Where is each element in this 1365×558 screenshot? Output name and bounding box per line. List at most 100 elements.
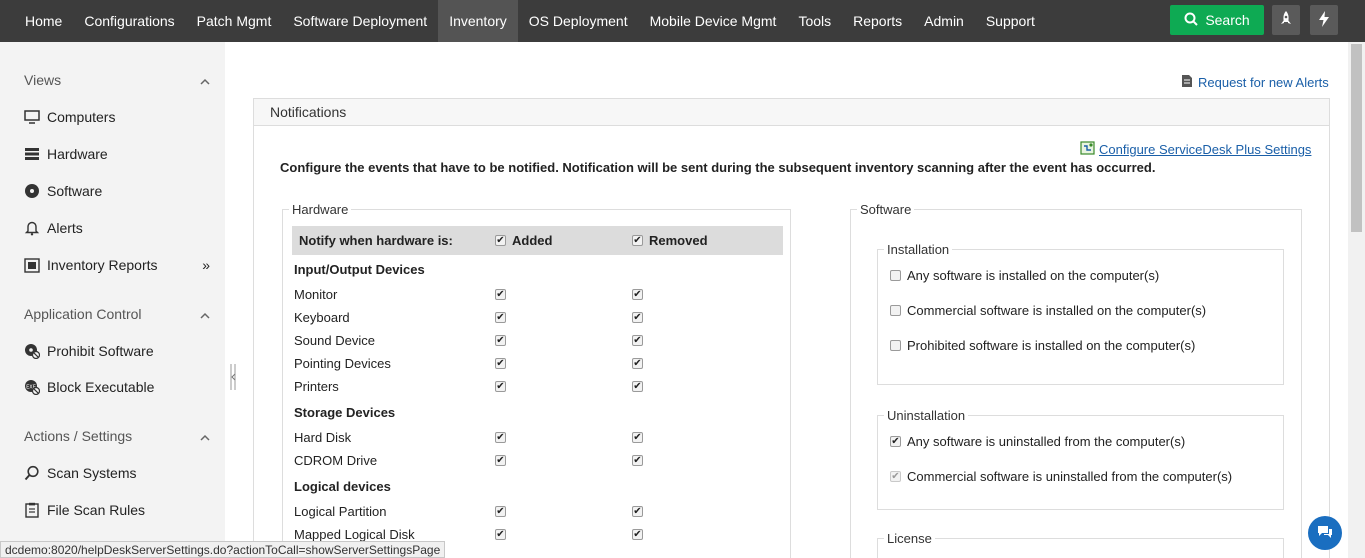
sidebar-collapse-handle[interactable] xyxy=(229,362,237,392)
sidebar-item-file-scan-rules[interactable]: File Scan Rules xyxy=(24,502,210,518)
actions-settings-label: Actions / Settings xyxy=(24,428,133,444)
uninstallation-fieldset: Uninstallation xyxy=(877,408,1284,510)
sidebar-item-scan-systems[interactable]: Scan Systems xyxy=(24,465,210,481)
removed-column-header: ✔ Removed xyxy=(632,233,708,248)
sidebar-item-block-executable[interactable]: EXE Block Executable xyxy=(24,379,210,395)
lightning-icon xyxy=(1319,10,1329,30)
sidebar-item-label: Inventory Reports xyxy=(47,257,158,273)
chevron-up-icon xyxy=(200,428,210,444)
search-icon xyxy=(1184,12,1199,29)
pointing-devices-removed-checkbox[interactable]: ✔ xyxy=(632,358,643,369)
hw-row-printers: Printers xyxy=(294,379,339,394)
configure-servicedesk-link[interactable]: Configure ServiceDesk Plus Settings xyxy=(1080,140,1311,159)
uninstall-commercial-row: ✔ Commercial software is uninstalled fro… xyxy=(890,469,1232,484)
install-commercial-checkbox[interactable] xyxy=(890,305,901,316)
cdrom-drive-removed-checkbox[interactable]: ✔ xyxy=(632,455,643,466)
hw-row-pointing-devices: Pointing Devices xyxy=(294,356,391,371)
pointing-devices-added-checkbox[interactable]: ✔ xyxy=(495,358,506,369)
hw-row-monitor: Monitor xyxy=(294,287,338,302)
nav-support[interactable]: Support xyxy=(975,0,1046,42)
sidebar-item-label: Scan Systems xyxy=(47,465,137,481)
removed-select-all-checkbox[interactable]: ✔ xyxy=(632,235,643,246)
uninstall-any-row: ✔ Any software is uninstalled from the c… xyxy=(890,434,1185,449)
printers-removed-checkbox[interactable]: ✔ xyxy=(632,381,643,392)
search-button-label: Search xyxy=(1205,12,1250,28)
uninstall-any-label: Any software is uninstalled from the com… xyxy=(907,434,1186,449)
request-new-alerts-link[interactable]: Request for new Alerts xyxy=(1181,74,1329,91)
sidebar-item-label: Computers xyxy=(47,109,116,125)
application-control-label: Application Control xyxy=(24,306,142,322)
logical-partition-removed-checkbox[interactable]: ✔ xyxy=(632,506,643,517)
browser-status-bar: dcdemo:8020/helpDeskServerSettings.do?ac… xyxy=(0,541,446,558)
sidebar-item-prohibit-software[interactable]: Prohibit Software xyxy=(24,343,210,359)
hardware-legend: Hardware xyxy=(292,202,349,217)
sound-device-removed-checkbox[interactable]: ✔ xyxy=(632,335,643,346)
block-exe-icon: EXE xyxy=(24,379,40,395)
printers-added-checkbox[interactable]: ✔ xyxy=(495,381,506,392)
nav-patch-mgmt[interactable]: Patch Mgmt xyxy=(186,0,283,42)
hw-row-sound-device: Sound Device xyxy=(294,333,375,348)
report-icon xyxy=(24,257,40,273)
notify-when-label: Notify when hardware is: xyxy=(299,233,453,248)
mapped-logical-disk-added-checkbox[interactable]: ✔ xyxy=(495,529,506,540)
hard-disk-added-checkbox[interactable]: ✔ xyxy=(495,432,506,443)
removed-label: Removed xyxy=(649,233,708,248)
rocket-button[interactable] xyxy=(1272,5,1300,35)
nav-software-deployment[interactable]: Software Deployment xyxy=(282,0,438,42)
nav-admin[interactable]: Admin xyxy=(913,0,975,42)
hw-row-logical-partition: Logical Partition xyxy=(294,504,387,519)
views-section-header[interactable]: Views xyxy=(24,72,210,88)
logical-partition-added-checkbox[interactable]: ✔ xyxy=(495,506,506,517)
hw-row-mapped-logical-disk: Mapped Logical Disk xyxy=(294,527,415,542)
nav-tools[interactable]: Tools xyxy=(787,0,842,42)
sidebar-item-inventory-reports[interactable]: Inventory Reports » xyxy=(24,257,210,273)
scrollbar-thumb[interactable] xyxy=(1351,44,1362,232)
quick-actions-button[interactable] xyxy=(1310,5,1338,35)
sound-device-added-checkbox[interactable]: ✔ xyxy=(495,335,506,346)
software-legend: Software xyxy=(860,202,912,217)
uninstall-commercial-label: Commercial software is uninstalled from … xyxy=(907,469,1233,484)
monitor-added-checkbox[interactable]: ✔ xyxy=(495,289,506,300)
license-legend: License xyxy=(887,531,932,546)
keyboard-removed-checkbox[interactable]: ✔ xyxy=(632,312,643,323)
nav-os-deployment[interactable]: OS Deployment xyxy=(518,0,639,42)
nav-reports[interactable]: Reports xyxy=(842,0,913,42)
sidebar-item-label: Alerts xyxy=(47,220,83,236)
sidebar-item-alerts[interactable]: Alerts xyxy=(24,220,210,236)
server-icon xyxy=(24,146,40,162)
install-commercial-label: Commercial software is installed on the … xyxy=(907,303,1207,318)
top-navigation: Home Configurations Patch Mgmt Software … xyxy=(0,0,1365,42)
search-button[interactable]: Search xyxy=(1170,5,1264,35)
nav-mobile-device-mgmt[interactable]: Mobile Device Mgmt xyxy=(639,0,788,42)
install-prohibited-checkbox[interactable] xyxy=(890,340,901,351)
hw-row-hard-disk: Hard Disk xyxy=(294,430,352,445)
uninstall-any-checkbox[interactable]: ✔ xyxy=(890,436,901,447)
sidebar-item-computers[interactable]: Computers xyxy=(24,109,210,125)
nav-configurations[interactable]: Configurations xyxy=(73,0,185,42)
sidebar-item-hardware[interactable]: Hardware xyxy=(24,146,210,162)
sidebar-item-label: Hardware xyxy=(47,146,108,162)
cdrom-drive-added-checkbox[interactable]: ✔ xyxy=(495,455,506,466)
actions-settings-section-header[interactable]: Actions / Settings xyxy=(24,428,210,444)
uninstall-commercial-checkbox[interactable]: ✔ xyxy=(890,471,901,482)
monitor-removed-checkbox[interactable]: ✔ xyxy=(632,289,643,300)
mapped-logical-disk-removed-checkbox[interactable]: ✔ xyxy=(632,529,643,540)
sidebar-item-software[interactable]: Software xyxy=(24,183,210,199)
install-any-checkbox[interactable] xyxy=(890,270,901,281)
install-any-row: Any software is installed on the compute… xyxy=(890,268,1159,283)
install-prohibited-label: Prohibited software is installed on the … xyxy=(907,338,1196,353)
keyboard-added-checkbox[interactable]: ✔ xyxy=(495,312,506,323)
prohibit-icon xyxy=(24,343,40,359)
nav-inventory[interactable]: Inventory xyxy=(438,0,518,42)
added-column-header: ✔ Added xyxy=(495,233,552,248)
added-select-all-checkbox[interactable]: ✔ xyxy=(495,235,506,246)
application-control-section-header[interactable]: Application Control xyxy=(24,306,210,322)
views-label: Views xyxy=(24,72,62,88)
hard-disk-removed-checkbox[interactable]: ✔ xyxy=(632,432,643,443)
nav-home[interactable]: Home xyxy=(0,0,73,42)
chat-button[interactable] xyxy=(1308,516,1342,550)
install-commercial-row: Commercial software is installed on the … xyxy=(890,303,1206,318)
chevron-up-icon xyxy=(200,306,210,322)
license-fieldset: License xyxy=(877,531,1284,558)
monitor-icon xyxy=(24,109,40,125)
